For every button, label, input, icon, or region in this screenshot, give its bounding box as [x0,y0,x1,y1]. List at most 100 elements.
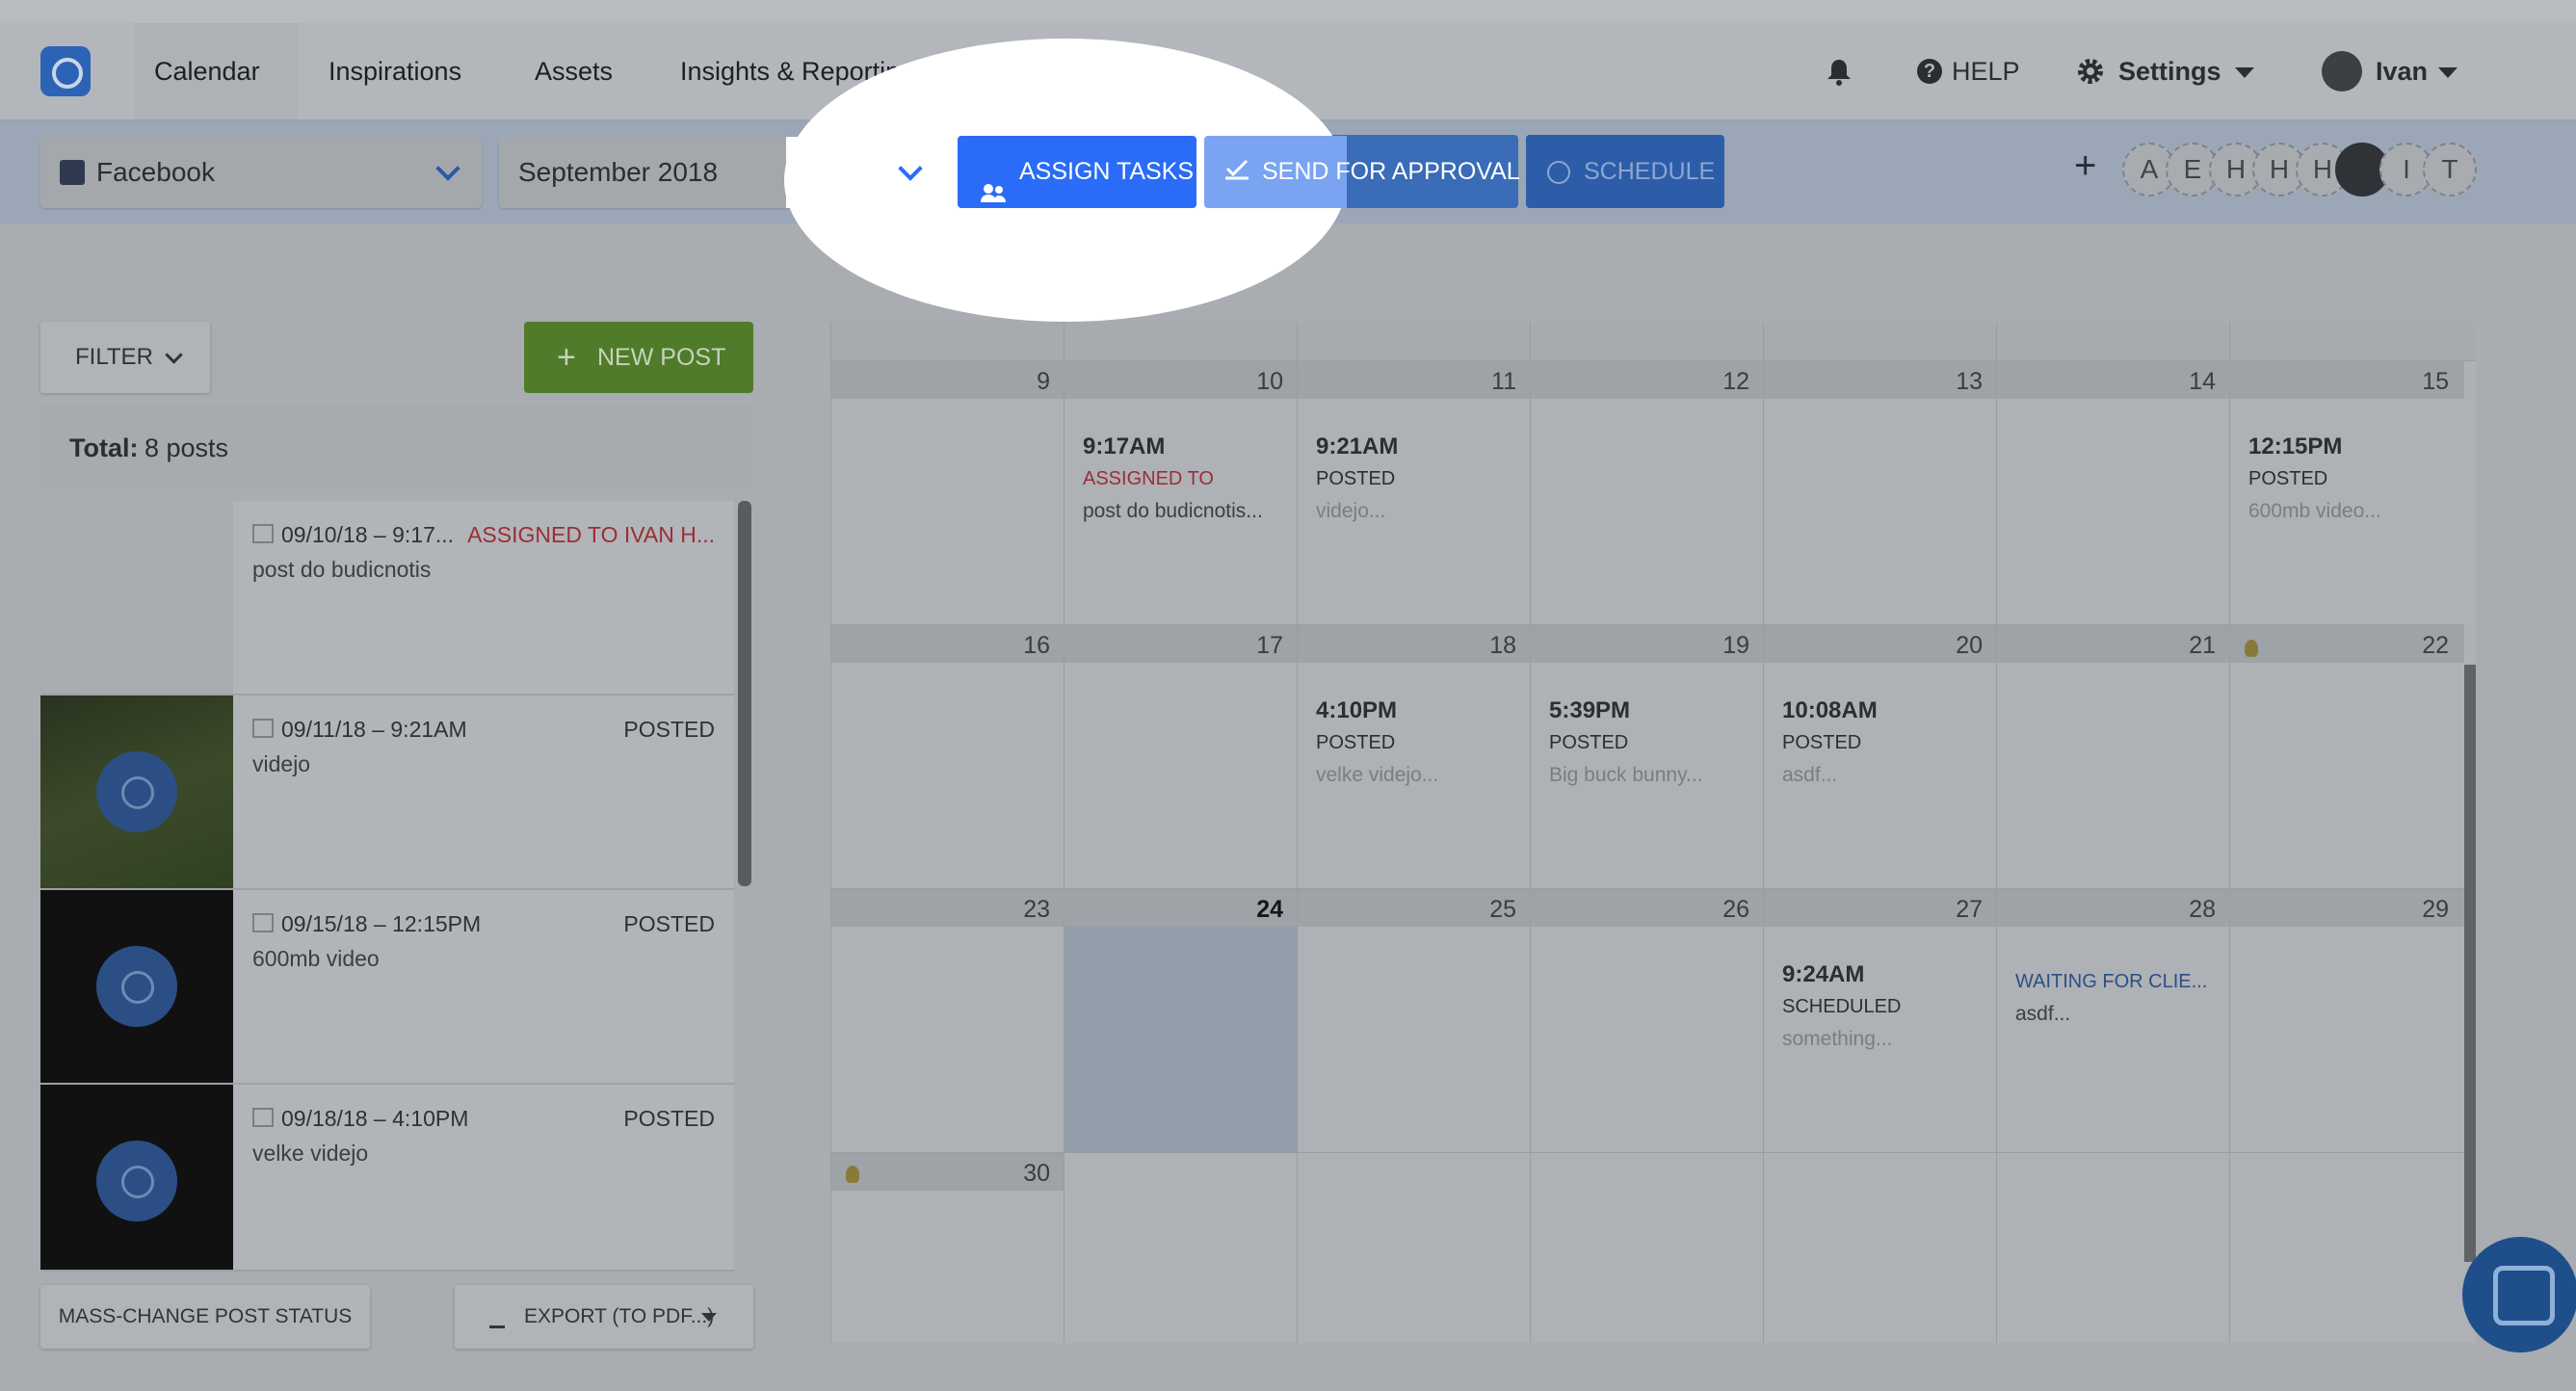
event-text: Big buck bunny... [1549,764,1703,786]
day-number[interactable]: 17 [1225,632,1283,660]
day-number[interactable]: 12 [1692,368,1749,396]
help-link[interactable]: HELP [1952,23,2020,119]
event-time: 4:10PM [1316,697,1398,723]
calendar-event[interactable]: WAITING FOR CLIE... asdf... [2015,971,2207,1026]
day-number[interactable]: 28 [2158,896,2216,924]
play-icon[interactable] [96,946,177,1027]
event-status: ASSIGNED TO [1083,468,1214,489]
event-text: velke videjo... [1316,764,1439,786]
nav-assets[interactable]: Assets [535,23,613,119]
calendar-icon [252,524,274,543]
calendar-event[interactable]: 10:08AM POSTED asdf... [1782,697,1878,787]
lightbulb-icon[interactable] [846,1166,859,1183]
event-time: 9:24AM [1782,961,1865,987]
chevron-down-icon [435,156,460,181]
user-menu[interactable]: Ivan [2376,23,2428,119]
day-number[interactable]: 14 [2158,368,2216,396]
event-time: 10:08AM [1782,697,1878,723]
post-text: videjo [252,751,311,776]
day-number[interactable]: 25 [1459,896,1516,924]
day-number[interactable]: 30 [992,1160,1050,1188]
users-icon [981,161,1006,202]
week-header [830,360,2464,399]
assign-tasks-button[interactable]: ASSIGN TASKS [958,136,1196,208]
column-divider [1530,322,1531,1343]
bell-icon[interactable] [1824,58,1854,87]
day-number[interactable]: 26 [1692,896,1749,924]
filter-button[interactable]: FILTER [40,322,210,393]
checkmark-icon [1225,159,1249,180]
calendar-event[interactable]: 9:21AM POSTED videjo... [1316,433,1398,523]
day-number[interactable]: 20 [1925,632,1983,660]
day-number[interactable]: 22 [2391,632,2449,660]
post-status: POSTED [623,717,715,742]
day-number[interactable]: 13 [1925,368,1983,396]
avatar[interactable] [2322,51,2362,92]
nav-calendar[interactable]: Calendar [135,23,299,119]
day-number[interactable]: 18 [1459,632,1516,660]
event-text: post do budicnotis... [1083,500,1263,522]
chevron-down-icon [898,156,923,181]
day-number[interactable]: 16 [992,632,1050,660]
day-number[interactable]: 11 [1459,368,1516,396]
event-time: 12:15PM [2248,433,2343,459]
post-thumbnail [40,1085,233,1270]
mass-change-status-button[interactable]: MASS-CHANGE POST STATUS [40,1285,370,1349]
gear-icon [2076,57,2105,86]
calendar-event[interactable]: 12:15PM POSTED 600mb video... [2248,433,2381,523]
event-status: POSTED [1316,732,1396,753]
add-member-button[interactable]: + [2074,144,2096,188]
day-number[interactable]: 9 [992,368,1050,396]
help-icon: ? [1917,59,1942,84]
day-number[interactable]: 19 [1692,632,1749,660]
play-icon[interactable] [96,751,177,832]
post-thumbnail [40,890,233,1083]
month-select-highlight [786,137,942,208]
day-number-today[interactable]: 24 [1225,896,1283,924]
calendar-icon [252,1108,274,1127]
day-number[interactable]: 27 [1925,896,1983,924]
day-number[interactable]: 23 [992,896,1050,924]
event-time: 9:17AM [1083,433,1166,459]
network-select[interactable]: Facebook [40,137,482,208]
day-number[interactable]: 29 [2391,896,2449,924]
post-list-scrollbar[interactable] [738,501,751,886]
column-divider [1996,322,1997,1343]
day-number[interactable]: 10 [1225,368,1283,396]
post-status: POSTED [623,1106,715,1131]
nav-inspirations[interactable]: Inspirations [329,23,461,119]
column-divider [1297,322,1298,1343]
post-date: 09/15/18 – 12:15PM [281,911,482,936]
calendar-event[interactable]: 5:39PM POSTED Big buck bunny... [1549,697,1703,787]
month-select-label: September 2018 [518,157,719,187]
export-pdf-button[interactable]: EXPORT (TO PDF...) [455,1285,753,1349]
play-icon[interactable] [96,1141,177,1221]
post-text: velke videjo [252,1141,369,1166]
settings-menu[interactable]: Settings [2118,23,2221,119]
post-list-item[interactable]: 09/11/18 – 9:21AM POSTED videjo [40,696,734,890]
event-text: 600mb video... [2248,500,2381,522]
team-member-avatar[interactable]: T [2423,143,2477,197]
new-post-button[interactable]: + NEW POST [524,322,753,393]
row-divider [830,888,2464,889]
event-status: POSTED [1316,468,1396,489]
row-divider [830,1152,2464,1153]
row-divider [830,624,2464,625]
column-divider [2229,322,2230,1343]
post-list-item[interactable]: 09/10/18 – 9:17... ASSIGNED TO IVAN H...… [40,501,734,696]
event-status: POSTED [1549,732,1629,753]
day-number[interactable]: 15 [2391,368,2449,396]
post-text: 600mb video [252,946,380,971]
app-logo[interactable] [40,46,91,96]
lightbulb-icon[interactable] [2245,640,2258,657]
calendar-scrollbar[interactable] [2464,665,2476,1262]
today-cell[interactable] [1064,927,1297,1152]
calendar-event[interactable]: 9:17AM ASSIGNED TO post do budicnotis... [1083,433,1263,523]
chat-widget-button[interactable] [2462,1237,2576,1352]
calendar-event[interactable]: 9:24AM SCHEDULED something... [1782,961,1901,1051]
post-list-item[interactable]: 09/15/18 – 12:15PM POSTED 600mb video [40,890,734,1085]
post-list-item[interactable]: 09/18/18 – 4:10PM POSTED velke videjo [40,1085,734,1272]
calendar-event[interactable]: 4:10PM POSTED velke videjo... [1316,697,1438,787]
network-select-label: Facebook [96,157,215,187]
day-number[interactable]: 21 [2158,632,2216,660]
